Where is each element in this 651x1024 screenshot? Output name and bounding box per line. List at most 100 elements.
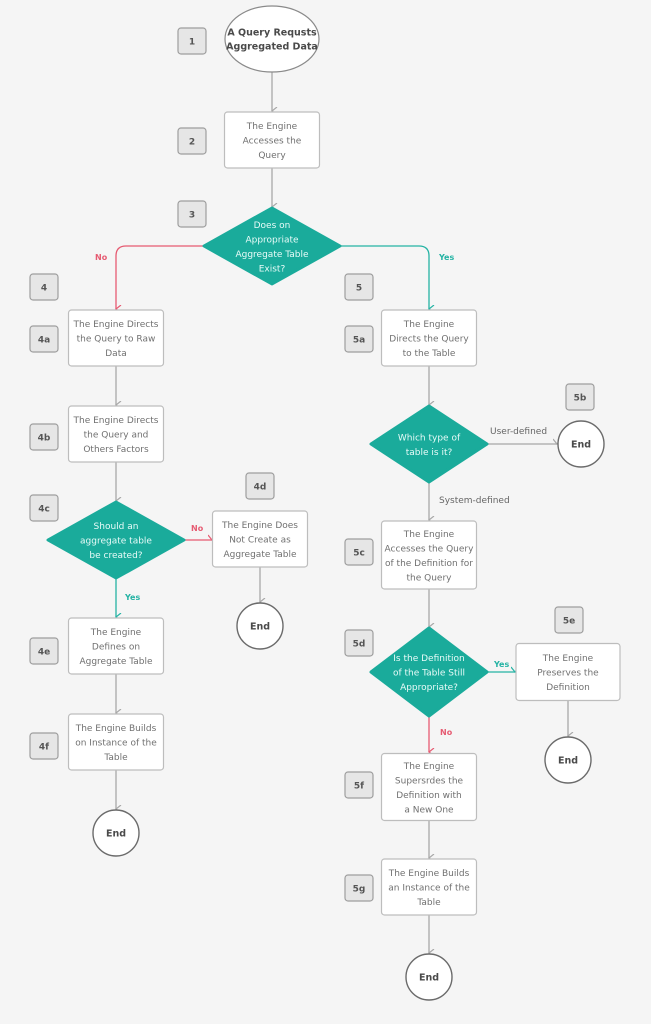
end-label: End: [250, 622, 270, 633]
step-badge-5c: 5c: [344, 538, 374, 566]
label-system-defined: System-defined: [439, 496, 510, 506]
node-text-line: Definition: [546, 683, 590, 693]
label-user-defined: User-defined: [490, 427, 547, 437]
node-text-line: Data: [105, 349, 127, 359]
node-n5f: The Engine Supersrdes the Definition with a…: [380, 752, 478, 822]
node-text-line: Exist?: [259, 264, 286, 274]
step-number: 4a: [38, 336, 50, 346]
nodes: A Query Requsts Aggregated Data The Engine…: [46, 5, 621, 1001]
node-n4b: The Engine Directs the Query and Others Fa…: [67, 405, 165, 463]
node-n5a: The Engine Directs the Query to the Table: [380, 309, 478, 367]
node-text-line: Which type of: [398, 433, 461, 443]
step-number: 4f: [39, 743, 49, 753]
end-label: End: [106, 829, 126, 840]
node-text-line: The Engine Directs: [73, 416, 159, 426]
edge-3-4a-no: [116, 245, 204, 309]
step-badge-4a: 4a: [29, 325, 59, 353]
node-text-line: The Engine Does: [221, 521, 298, 531]
step-badge-4d: 4d: [245, 472, 275, 500]
step-badge-4b: 4b: [29, 423, 59, 451]
step-number: 2: [189, 138, 195, 148]
node-n2: The Engine Accesses the Query: [223, 111, 321, 169]
node-n5g_end: End: [405, 953, 453, 1001]
flowchart-canvas: No Yes No Yes User-defined System-define…: [29, 5, 621, 1001]
step-number: 4b: [38, 434, 51, 444]
label-no-4c: No: [191, 524, 204, 533]
node-text-line: Supersrdes the: [395, 776, 464, 786]
node-text-line: the Query to Raw: [77, 335, 156, 345]
node-text-line: table is it?: [406, 448, 453, 458]
node-text-line: The Engine: [403, 530, 455, 540]
node-n4f_end: End: [92, 809, 140, 857]
node-text-line: Is the Definition: [393, 654, 464, 664]
node-text-line: Preserves the: [537, 669, 599, 679]
step-badge-5g: 5g: [344, 874, 374, 902]
node-text-line: of the Table Still: [393, 669, 465, 679]
node-text-line: Query: [258, 151, 286, 161]
node-n5e_end: End: [544, 736, 592, 784]
node-text-line: The Engine: [403, 762, 455, 772]
node-n5b_end: End: [557, 420, 605, 468]
node-text-line: The Engine Builds: [388, 869, 470, 879]
node-text-line: The Engine Builds: [75, 724, 157, 734]
node-n4c: Should an aggregate table be created?: [46, 500, 186, 580]
node-n4d: The Engine Does Not Create as Aggregate Ta…: [211, 510, 309, 568]
step-number: 5g: [353, 885, 366, 895]
node-n5e: The Engine Preserves the Definition: [515, 642, 621, 702]
end-label: End: [558, 756, 578, 767]
node-text-line: on Instance of the: [75, 739, 157, 749]
step-number: 1: [189, 38, 195, 48]
node-text-line: The Engine: [90, 628, 142, 638]
node-text-line: Appropriate?: [400, 683, 458, 693]
node-text-line: The Engine: [403, 320, 455, 330]
step-number: 4e: [38, 648, 50, 658]
label-no-5d: No: [440, 728, 453, 737]
node-n4d_end: End: [236, 602, 284, 650]
node-text-line: Others Factors: [83, 445, 149, 455]
node-n5b: Which type of table is it?: [369, 404, 489, 484]
step-badge-5e: 5e: [554, 606, 584, 634]
node-n4f: The Engine Builds on Instance of the Table: [67, 713, 165, 771]
step-badge-5: 5: [344, 273, 374, 301]
node-text-line: Table: [416, 898, 441, 908]
step-number: 4c: [38, 505, 50, 515]
node-text-line: Table: [103, 753, 128, 763]
step-badge-3: 3: [177, 200, 207, 228]
step-badge-4c: 4c: [29, 494, 59, 522]
step-number: 5b: [574, 394, 587, 404]
step-number: 5a: [353, 336, 365, 346]
node-text-line: a New One: [404, 805, 454, 815]
node-text-line: Aggregate Table: [79, 657, 153, 667]
node-text-line: The Engine: [542, 654, 594, 664]
step-number: 5e: [563, 617, 575, 627]
step-number: 3: [189, 211, 195, 221]
node-text-line: the Query: [407, 573, 453, 583]
label-yes-5d: Yes: [493, 660, 509, 669]
node-text-line: Accesses the: [243, 137, 302, 147]
step-badge-1: 1: [177, 27, 207, 55]
node-text-line: The Engine Directs: [73, 320, 159, 330]
node-text-line: The Engine: [246, 122, 298, 132]
step-number: 5c: [353, 549, 365, 559]
node-text-line: Not Create as: [229, 536, 291, 546]
node-text-line: Aggregated Data: [226, 42, 318, 53]
step-badge-4e: 4e: [29, 637, 59, 665]
step-badge-4: 4: [29, 273, 59, 301]
node-text-line: an Instance of the: [388, 884, 470, 894]
node-n5c: The Engine Accesses the Query of the Defin…: [380, 520, 478, 590]
node-text-line: Appropriate: [245, 235, 299, 245]
step-number: 4: [41, 284, 47, 294]
node-text-line: Should an: [94, 522, 139, 532]
step-badge-5d: 5d: [344, 629, 374, 657]
node-text-line: Defines on: [92, 643, 140, 653]
label-no-3: No: [95, 253, 108, 262]
step-badge-5f: 5f: [344, 771, 374, 799]
label-yes-4c: Yes: [124, 593, 140, 602]
node-text-line: Definition with: [396, 791, 462, 801]
node-n3: Does on Appropriate Aggregate Table Exist?: [202, 206, 342, 286]
start-ellipse: [224, 5, 320, 73]
node-n5d: Is the Definition of the Table Still Appro…: [369, 626, 489, 718]
step-number: 5f: [354, 782, 364, 792]
step-badge-4f: 4f: [29, 732, 59, 760]
node-text-line: Accesses the Query: [385, 544, 475, 554]
